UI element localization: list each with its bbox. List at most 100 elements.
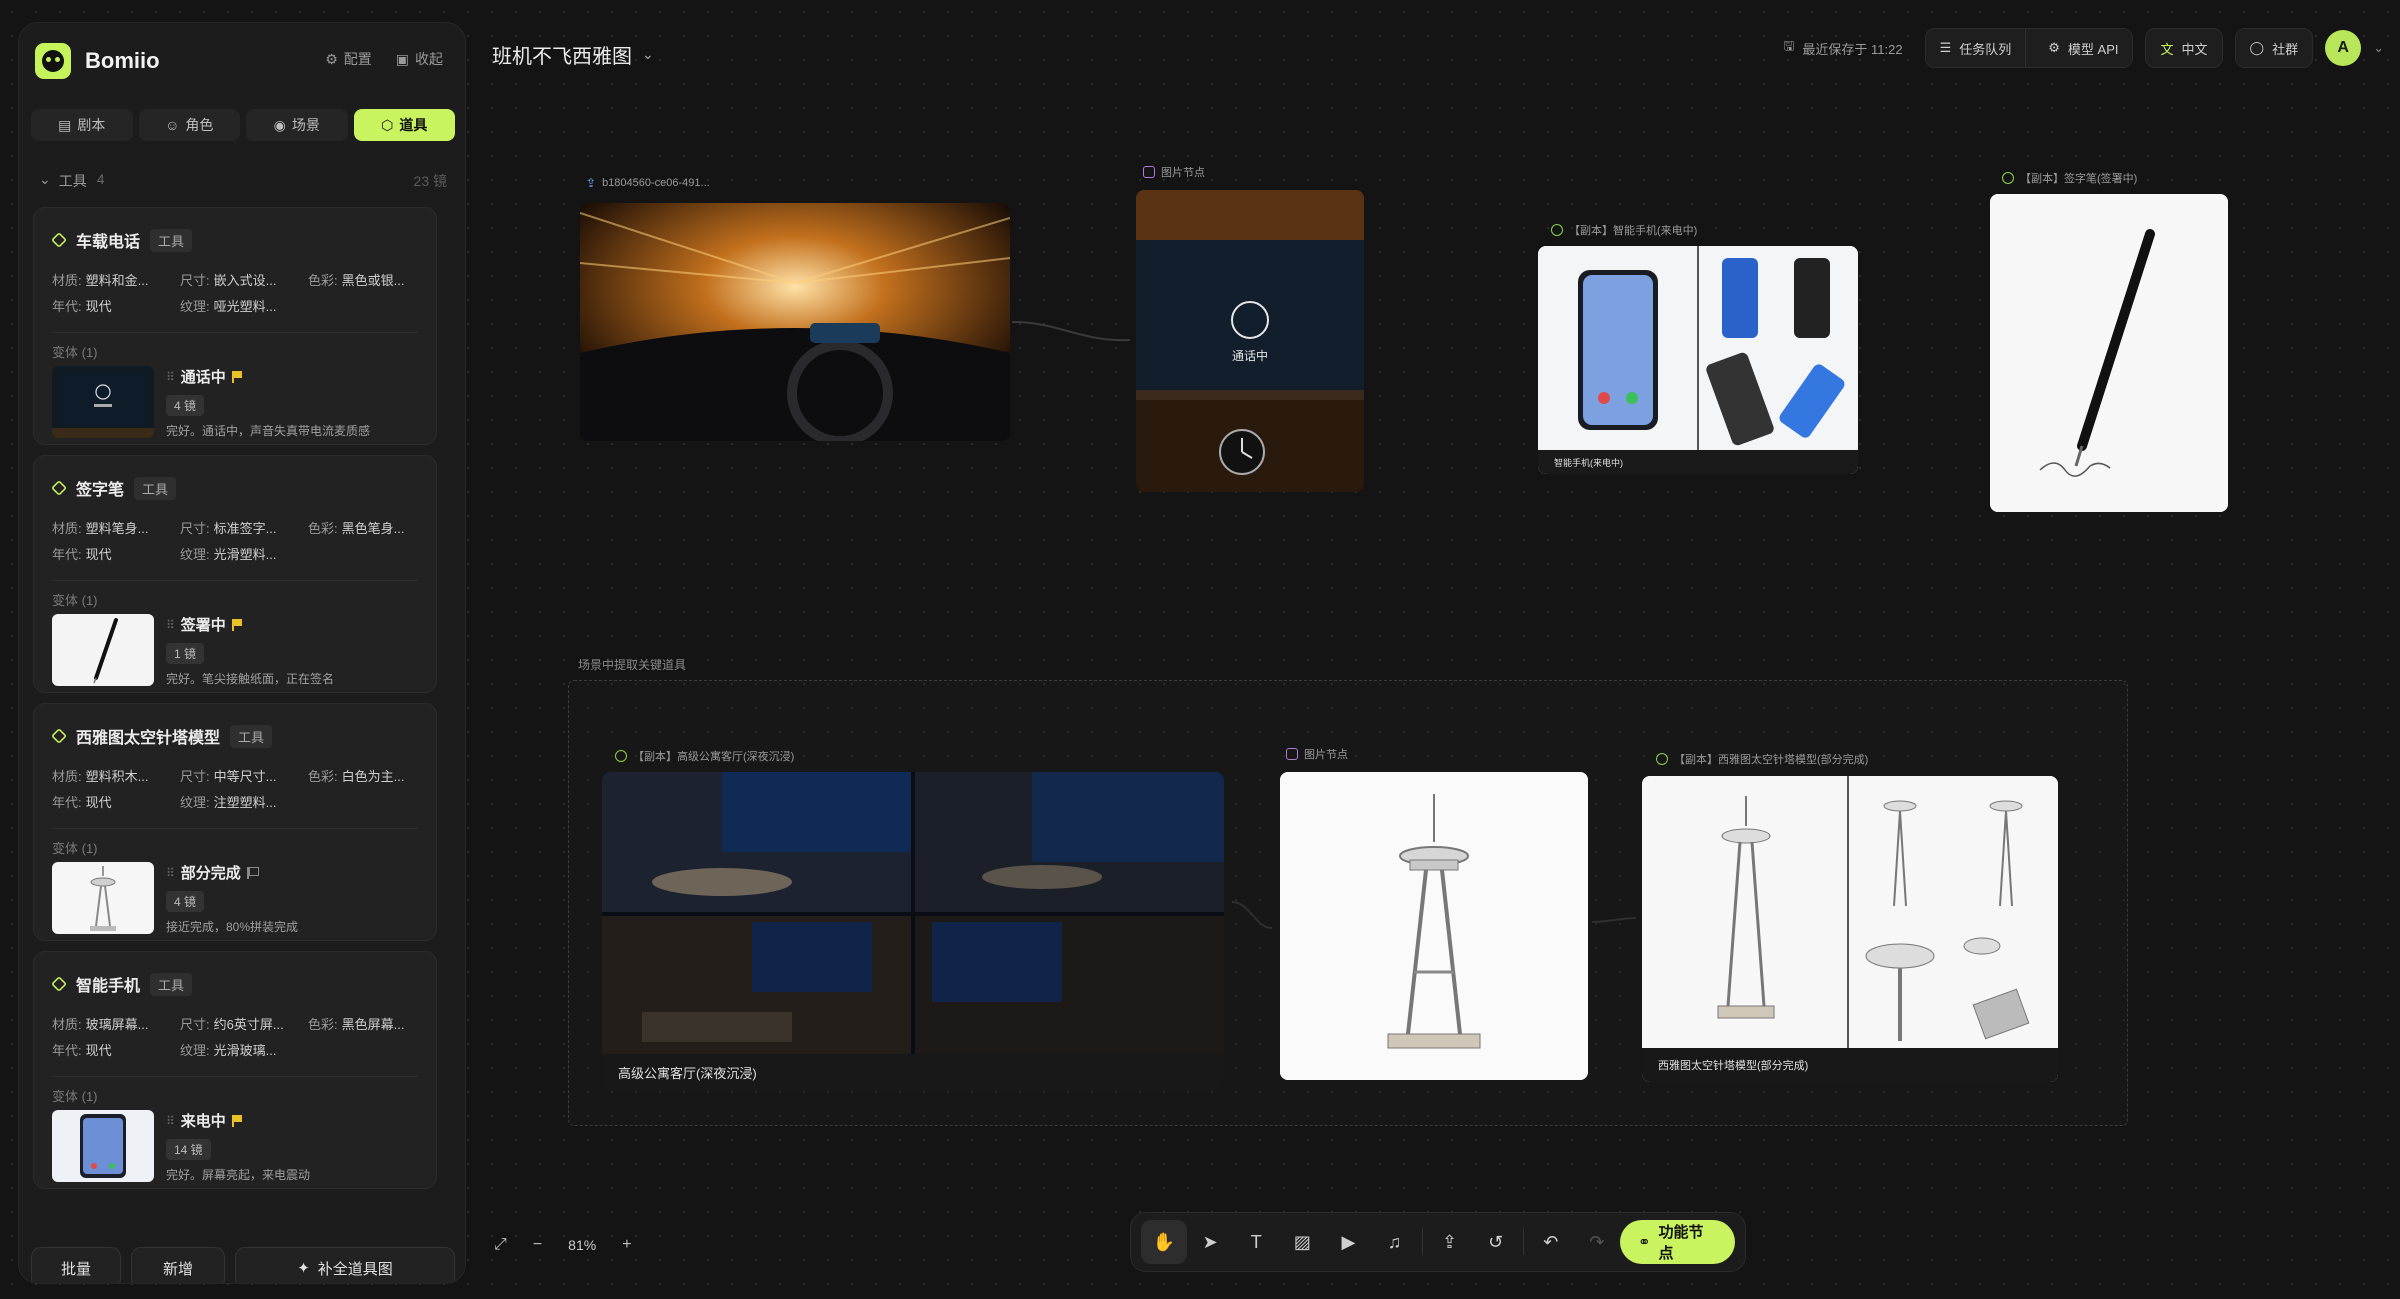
add-button[interactable]: 新增 bbox=[131, 1247, 225, 1283]
image-tool-icon[interactable]: ▨ bbox=[1279, 1220, 1325, 1264]
sparkle-icon: ✦ bbox=[297, 1260, 310, 1277]
node-link-icon: ⚭ bbox=[1637, 1234, 1651, 1251]
variant-description: 完好。屏幕亮起，来电震动 bbox=[166, 1168, 311, 1182]
prop-card-space-needle-model[interactable]: 西雅图太空针塔模型 工具 材质: 塑料积木... 尺寸: 中等尺寸... 色彩: 白色为主.… bbox=[33, 703, 437, 941]
node-label-tower[interactable]: 【副本】西雅图太空针塔模型(部分完成) bbox=[1656, 751, 1868, 767]
group-title[interactable]: 场景中提取关键道具 bbox=[578, 656, 686, 673]
avatar[interactable]: A bbox=[2325, 30, 2362, 66]
project-title[interactable]: 班机不飞西雅图 ⌄ bbox=[492, 40, 654, 69]
shot-count-badge: 4 镜 bbox=[166, 891, 205, 912]
image-node-car-interior[interactable] bbox=[580, 203, 1010, 441]
sidebar-tabs: ▤ 剧本 ☺ 角色 ◉ 场景 ⬡ 道具 bbox=[31, 109, 455, 141]
variant-thumbnail[interactable] bbox=[52, 366, 154, 438]
node-label-phone[interactable]: 【副本】智能手机(来电中) bbox=[1551, 222, 1697, 238]
prop-tag: 工具 bbox=[230, 724, 273, 748]
tab-props[interactable]: ⬡ 道具 bbox=[353, 109, 455, 141]
image-node-space-needle[interactable] bbox=[1280, 772, 1588, 1080]
node-label-upload[interactable]: ⇪ b1804560-ce06-491... bbox=[586, 176, 710, 190]
gear-icon: ⚙ bbox=[2048, 40, 2060, 55]
drag-handle-icon[interactable]: ⠿ bbox=[166, 370, 175, 384]
model-api-label: 模型 API bbox=[2067, 41, 2119, 57]
prop-name: 车载电话 bbox=[76, 234, 141, 251]
list-header[interactable]: ⌄ 工具 4 23 镜 bbox=[39, 171, 447, 191]
task-queue-button[interactable]: ☰ 任务队列 bbox=[1926, 28, 2027, 68]
box-icon bbox=[51, 728, 67, 744]
apartment-sheet-image bbox=[602, 772, 1224, 1054]
tab-script[interactable]: ▤ 剧本 bbox=[31, 109, 133, 141]
image-node-tower-sheet[interactable]: 西雅图太空针塔模型(部分完成) bbox=[1642, 776, 2058, 1082]
app-logo-icon bbox=[35, 43, 71, 79]
variant-heading: 变体 (1) bbox=[52, 593, 98, 608]
prop-tag: 工具 bbox=[150, 972, 193, 996]
text-tool-icon[interactable]: T bbox=[1233, 1220, 1279, 1264]
car-interior-image bbox=[580, 203, 1010, 441]
history-icon[interactable]: ↺ bbox=[1473, 1220, 1519, 1264]
image-node-smartphone[interactable]: 智能手机(来电中) bbox=[1538, 246, 1858, 474]
flag-icon[interactable] bbox=[231, 370, 242, 383]
list-title: 工具 bbox=[58, 173, 87, 189]
variant-thumbnail[interactable] bbox=[52, 1110, 154, 1182]
community-button[interactable]: ◯ 社群 bbox=[2234, 28, 2314, 68]
variant-description: 完好。笔尖接触纸面，正在签名 bbox=[166, 672, 335, 686]
variant-thumbnail[interactable] bbox=[52, 862, 154, 934]
node-label-apartment[interactable]: 【副本】高级公寓客厅(深夜沉浸) bbox=[615, 748, 794, 764]
list-shot-total: 23 镜 bbox=[413, 173, 447, 189]
button-label: 新增 bbox=[162, 1260, 193, 1278]
image-node-pen[interactable] bbox=[1990, 194, 2228, 512]
collapse-button[interactable]: ▣ 收起 bbox=[396, 49, 443, 69]
button-label: 补全道具图 bbox=[317, 1260, 393, 1278]
chat-bubble-icon: ◯ bbox=[2249, 40, 2265, 55]
task-queue-label: 任务队列 bbox=[1959, 41, 2012, 57]
variant-name: 通话中 bbox=[180, 369, 226, 386]
redo-icon[interactable]: ↷ bbox=[1574, 1220, 1620, 1264]
prop-card-car-phone[interactable]: 车载电话 工具 材质: 塑料和金... 尺寸: 嵌入式设... 色彩: 黑色或银... 年代… bbox=[33, 207, 437, 445]
language-button[interactable]: 文中文 bbox=[2145, 28, 2223, 68]
complete-props-button[interactable]: ✦ 补全道具图 bbox=[235, 1247, 455, 1283]
image-node-call-screen[interactable]: 通话中 bbox=[1136, 190, 1364, 492]
drag-handle-icon[interactable]: ⠿ bbox=[166, 618, 175, 632]
video-tool-icon[interactable]: ▶ bbox=[1325, 1220, 1371, 1264]
prop-tag: 工具 bbox=[150, 228, 193, 252]
tab-label: 角色 bbox=[185, 117, 214, 133]
undo-icon[interactable]: ↶ bbox=[1528, 1220, 1574, 1264]
node-label-image-1[interactable]: 图片节点 bbox=[1143, 164, 1205, 180]
prop-card-smartphone[interactable]: 智能手机 工具 材质: 玻璃屏幕... 尺寸: 约6英寸屏... 色彩: 黑色屏幕... 年… bbox=[33, 951, 437, 1189]
upload-icon[interactable]: ⇪ bbox=[1427, 1220, 1473, 1264]
gear-icon: ⚙ bbox=[325, 51, 338, 67]
select-tool-icon[interactable]: ➤ bbox=[1187, 1220, 1233, 1264]
zoom-out-button[interactable]: − bbox=[533, 1236, 542, 1254]
box-icon bbox=[51, 480, 67, 496]
tab-scenes[interactable]: ◉ 场景 bbox=[246, 109, 348, 141]
save-icon: 🖫 bbox=[1783, 38, 1795, 53]
node-label-image-2[interactable]: 图片节点 bbox=[1286, 746, 1348, 762]
drag-handle-icon[interactable]: ⠿ bbox=[166, 1114, 175, 1128]
config-button[interactable]: ⚙ 配置 bbox=[325, 49, 372, 69]
flag-outline-icon[interactable] bbox=[246, 866, 259, 879]
tab-characters[interactable]: ☺ 角色 bbox=[138, 109, 240, 141]
variant-thumbnail[interactable] bbox=[52, 614, 154, 686]
image-node-apartment[interactable]: 高级公寓客厅(深夜沉浸) bbox=[602, 772, 1224, 1090]
pen-image bbox=[1990, 194, 2228, 512]
app-name: Bomiio bbox=[85, 48, 160, 73]
brand[interactable]: Bomiio bbox=[35, 41, 160, 81]
drag-handle-icon[interactable]: ⠿ bbox=[166, 866, 175, 880]
flag-icon[interactable] bbox=[231, 618, 242, 631]
expand-icon[interactable]: ⤢ bbox=[494, 1236, 507, 1254]
zoom-in-button[interactable]: + bbox=[622, 1236, 631, 1254]
function-node-button[interactable]: ⚭ 功能节点 bbox=[1619, 1220, 1735, 1264]
batch-button[interactable]: 批量 bbox=[31, 1247, 121, 1283]
box-icon bbox=[51, 976, 67, 992]
hand-tool-icon[interactable]: ✋ bbox=[1141, 1220, 1188, 1264]
audio-tool-icon[interactable]: ♫ bbox=[1371, 1220, 1417, 1264]
node-caption: 高级公寓客厅(深夜沉浸) bbox=[602, 1054, 1224, 1090]
chevron-down-icon[interactable]: ⌄ bbox=[2373, 40, 2384, 56]
prop-card-pen[interactable]: 签字笔 工具 材质: 塑料笔身... 尺寸: 标准签字... 色彩: 黑色笔身... 年代:… bbox=[33, 455, 437, 693]
call-screen-image: 通话中 bbox=[1136, 190, 1364, 492]
flag-icon[interactable] bbox=[231, 1114, 242, 1127]
variant-heading: 变体 (1) bbox=[52, 841, 98, 856]
save-status-text: 最近保存于 11:22 bbox=[1802, 41, 1903, 57]
language-label: 中文 bbox=[2181, 41, 2208, 57]
zoom-level[interactable]: 81% bbox=[568, 1237, 596, 1253]
model-api-button[interactable]: ⚙ 模型 API bbox=[2034, 28, 2132, 68]
node-label-pen[interactable]: 【副本】签字笔(签署中) bbox=[2002, 170, 2137, 186]
